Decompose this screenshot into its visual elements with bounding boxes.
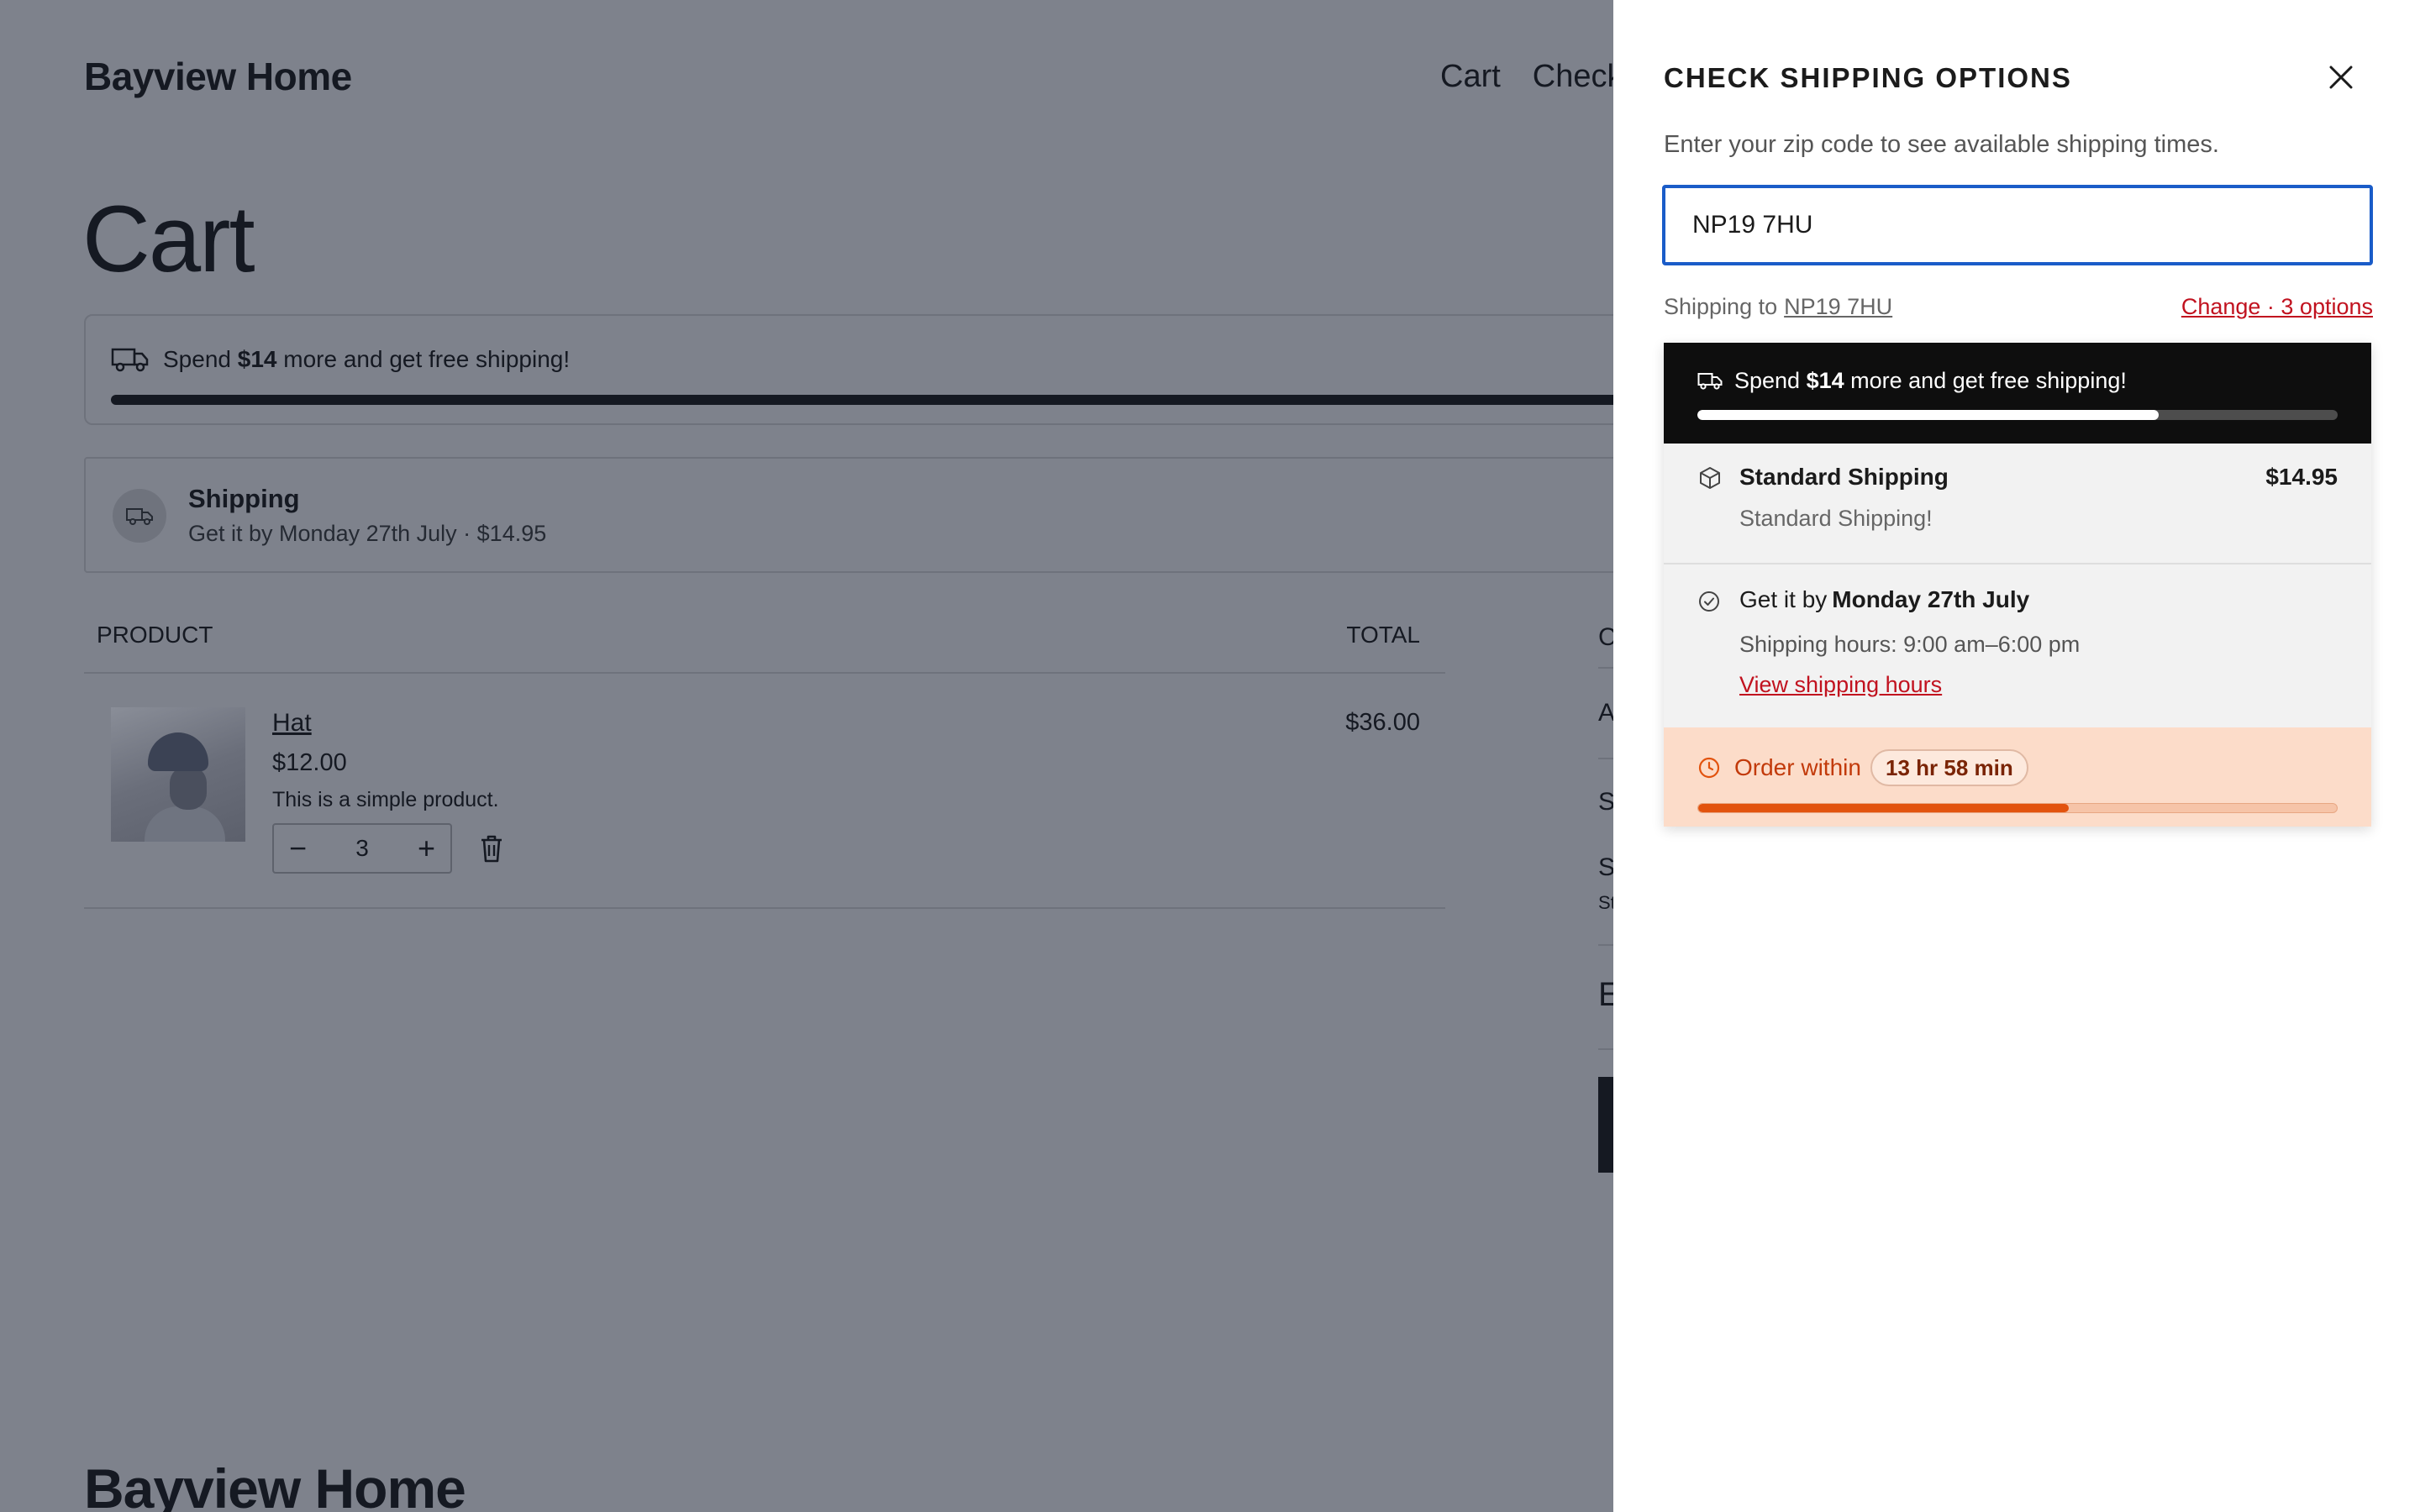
- minus-icon[interactable]: −: [289, 833, 307, 864]
- shipping-option-price: $14.95: [2265, 464, 2338, 490]
- shipping-to-label: Shipping to: [1664, 294, 1778, 319]
- shipping-options-panel: Spend $14 more and get free shipping! St…: [1664, 343, 2371, 827]
- countdown-badge: 13 hr 58 min: [1870, 749, 2028, 786]
- footer-logo: Bayview Home: [84, 1457, 466, 1512]
- free-shipping-progress: [111, 395, 1758, 405]
- standard-shipping-option[interactable]: Standard Shipping $14.95 Standard Shippi…: [1664, 444, 2371, 564]
- line-item-total: $36.00: [1345, 709, 1420, 736]
- product-description: This is a simple product.: [272, 788, 499, 811]
- box-icon: [1700, 467, 1720, 489]
- free-shipping-message: Spend $14 more and get free shipping!: [1734, 368, 2127, 393]
- truck-icon: [113, 489, 166, 543]
- delivery-date: Monday 27th July: [1832, 586, 2030, 612]
- plus-icon[interactable]: +: [418, 833, 435, 864]
- shipping-summary-card[interactable]: Shipping Get it by Monday 27th July · $1…: [84, 457, 1765, 573]
- shipping-card-subtitle: Get it by Monday 27th July · $14.95: [188, 521, 547, 546]
- check-circle-icon: [1699, 591, 1719, 612]
- free-shipping-banner: Spend $14 more and get free shipping!: [1664, 343, 2371, 444]
- nav-checkout[interactable]: Check: [1533, 59, 1623, 95]
- product-image[interactable]: [111, 707, 245, 842]
- quantity-stepper: − 3 +: [272, 823, 452, 874]
- drawer-title: CHECK SHIPPING OPTIONS: [1664, 62, 2072, 93]
- truck-icon: [111, 348, 149, 372]
- shipping-to-line: Shipping to NP19 7HU: [1664, 294, 1892, 320]
- shipping-to-code[interactable]: NP19 7HU: [1784, 294, 1892, 319]
- drawer-description: Enter your zip code to see available shi…: [1664, 131, 2219, 158]
- summary-row: S: [1598, 853, 1616, 881]
- nav-cart[interactable]: Cart: [1440, 59, 1501, 95]
- delivery-estimate: Get it by Monday 27th July Shipping hours…: [1664, 564, 2371, 727]
- shipping-option-description: Standard Shipping!: [1739, 506, 1933, 531]
- change-options-link[interactable]: Change · 3 options: [2181, 294, 2373, 320]
- free-shipping-message: Spend $14 more and get free shipping!: [163, 346, 571, 372]
- column-total: TOTAL: [1346, 622, 1420, 648]
- shipping-card-title: Shipping: [188, 484, 300, 513]
- product-price: $12.00: [272, 749, 347, 776]
- quantity-value[interactable]: 3: [355, 835, 369, 862]
- view-shipping-hours-link[interactable]: View shipping hours: [1739, 672, 1942, 698]
- clock-icon: [1698, 757, 1720, 779]
- free-shipping-progress-fill: [1697, 410, 2159, 420]
- order-within-label: Order within: [1734, 754, 1861, 780]
- cutoff-progress: [1697, 803, 2338, 813]
- order-cutoff-banner: Order within 13 hr 58 min: [1664, 727, 2371, 827]
- close-icon[interactable]: [2324, 60, 2358, 94]
- product-name-link[interactable]: Hat: [272, 709, 312, 738]
- delivery-date-line: Get it by Monday 27th July: [1739, 586, 2030, 612]
- cart-line-item: Hat $12.00 This is a simple product. − 3…: [84, 674, 1445, 909]
- page-title: Cart: [82, 186, 255, 291]
- store-logo[interactable]: Bayview Home: [84, 54, 352, 99]
- shipping-option-name: Standard Shipping: [1739, 464, 1949, 490]
- free-shipping-progress: [1697, 410, 2338, 420]
- column-product: PRODUCT: [97, 622, 213, 648]
- zip-code-input[interactable]: [1662, 185, 2373, 265]
- cutoff-progress-fill: [1698, 804, 2069, 812]
- summary-row: S: [1598, 788, 1616, 816]
- summary-row: A: [1598, 699, 1616, 727]
- cart-table-header: PRODUCT TOTAL: [84, 618, 1445, 674]
- top-nav: Cart Check: [1440, 59, 1623, 95]
- trash-icon[interactable]: [479, 833, 504, 864]
- shipping-hours: Shipping hours: 9:00 am–6:00 pm: [1739, 632, 2081, 657]
- free-shipping-bar: Spend $14 more and get free shipping!: [84, 314, 1765, 425]
- truck-icon: [1697, 373, 1723, 390]
- shipping-options-drawer: CHECK SHIPPING OPTIONS Enter your zip co…: [1613, 0, 2420, 1512]
